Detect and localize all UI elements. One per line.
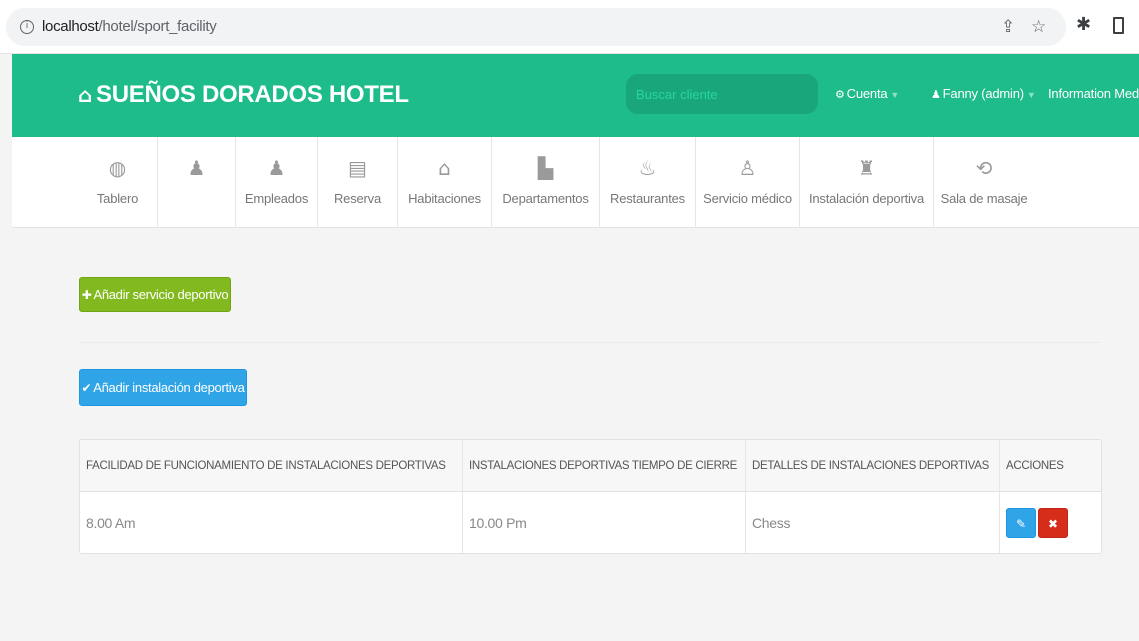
cell-closing: 10.00 Pm	[463, 492, 746, 553]
header-details: DETALLES DE INSTALACIONES DEPORTIVAS	[746, 440, 1000, 491]
user-label: Fanny (admin)	[942, 86, 1024, 101]
brand-title: SUEÑOS DORADOS HOTEL	[96, 81, 409, 108]
menu-label: Tablero	[96, 191, 139, 206]
file-icon: ▙	[537, 156, 554, 180]
share-icon[interactable]: ⇪	[1001, 17, 1015, 37]
main-menu: ◍ Tablero ♟ ♟ Empleados ▤ Reserva ⌂ Habi…	[12, 137, 1139, 228]
top-navbar: ⌂SUEÑOS DORADOS HOTEL ⚙Cuenta▼ ♟Fanny (a…	[12, 54, 1139, 137]
delete-button[interactable]: ✖	[1038, 508, 1068, 538]
table-row: 8.00 Am 10.00 Pm Chess ✎ ✖	[80, 492, 1101, 553]
section-divider	[79, 342, 1101, 343]
home-icon: ⌂	[78, 83, 93, 107]
menu-item-habitaciones[interactable]: ⌂ Habitaciones	[398, 137, 492, 228]
home-icon: ⌂	[438, 156, 451, 180]
sport-facility-table: FACILIDAD DE FUNCIONAMIENTO DE INSTALACI…	[79, 439, 1102, 554]
retweet-icon: ⟲	[975, 156, 993, 180]
edit-icon: ✎	[1015, 517, 1027, 531]
menu-item-clientes[interactable]: ♟	[158, 137, 236, 228]
account-dropdown[interactable]: ⚙ Cuenta ▼	[835, 86, 899, 101]
cell-opening: 8.00 Am	[80, 492, 463, 553]
menu-label: Instalación deportiva	[808, 191, 925, 206]
user-dropdown[interactable]: ♟ Fanny (admin) ▼	[931, 86, 1036, 101]
add-sport-service-label: Añadir servicio deportivo	[93, 287, 229, 302]
add-sport-facility-button[interactable]: ✔ Añadir instalación deportiva	[79, 369, 247, 406]
menu-label: Habitaciones	[408, 191, 481, 206]
menu-item-reserva[interactable]: ▤ Reserva	[318, 137, 398, 228]
menu-label: Restaurantes	[610, 191, 685, 206]
account-label: Cuenta	[846, 86, 888, 101]
menu-item-sala-de-masaje[interactable]: ⟲ Sala de masaje	[934, 137, 1034, 228]
list-icon: ▤	[348, 156, 367, 180]
dashboard-icon: ◍	[108, 156, 127, 180]
trophy-icon: ♜	[857, 156, 876, 180]
menu-item-servicio-medico[interactable]: ♙ Servicio médico	[696, 137, 800, 228]
site-info-icon[interactable]: i	[20, 20, 34, 34]
add-sport-facility-label: Añadir instalación deportiva	[93, 380, 245, 395]
side-panel-icon[interactable]	[1113, 17, 1124, 34]
address-bar[interactable]: i localhost/hotel/sport_facility ⇪ ☆	[6, 8, 1066, 46]
menu-label: Departamentos	[502, 191, 589, 206]
menu-item-instalacion-deportiva[interactable]: ♜ Instalación deportiva	[800, 137, 934, 228]
menu-label: Empleados	[244, 191, 309, 206]
close-icon: ✖	[1047, 517, 1059, 531]
header-closing: INSTALACIONES DEPORTIVAS TIEMPO DE CIERR…	[463, 440, 746, 491]
menu-label: Sala de masaje	[940, 191, 1028, 206]
user-icon: ♟	[931, 88, 941, 101]
menu-item-restaurantes[interactable]: ♨ Restaurantes	[600, 137, 696, 228]
fire-icon: ♨	[638, 156, 657, 180]
search-client-input[interactable]	[626, 74, 818, 114]
caret-down-icon: ▼	[1026, 90, 1036, 100]
header-opening: FACILIDAD DE FUNCIONAMIENTO DE INSTALACI…	[80, 440, 463, 491]
menu-item-departamentos[interactable]: ▙ Departamentos	[492, 137, 600, 228]
menu-item-tablero[interactable]: ◍ Tablero	[78, 137, 158, 228]
user-md-icon: ♙	[738, 156, 757, 180]
header-actions: ACCIONES	[1006, 460, 1064, 472]
gear-icon: ⚙	[835, 88, 845, 101]
information-media-link[interactable]: Information Media	[1048, 86, 1139, 101]
menu-label: Reserva	[333, 191, 381, 206]
edit-button[interactable]: ✎	[1006, 508, 1036, 538]
url-host: localhost	[42, 18, 99, 35]
user-icon: ♟	[187, 156, 206, 180]
bookmark-star-icon[interactable]: ☆	[1031, 17, 1046, 37]
user-icon: ♟	[267, 156, 286, 180]
plus-icon: ✚	[81, 288, 92, 302]
add-sport-service-button[interactable]: ✚ Añadir servicio deportivo	[79, 277, 231, 312]
table-header-row: FACILIDAD DE FUNCIONAMIENTO DE INSTALACI…	[80, 440, 1101, 492]
url-text[interactable]: localhost/hotel/sport_facility	[42, 18, 217, 35]
cell-details: Chess	[746, 492, 1000, 553]
menu-item-empleados[interactable]: ♟ Empleados	[236, 137, 318, 228]
extensions-puzzle-icon[interactable]: ✱	[1076, 15, 1092, 35]
brand-link[interactable]: ⌂ SUEÑOS DORADOS HOTEL	[78, 81, 409, 109]
caret-down-icon: ▼	[890, 90, 900, 100]
check-icon: ✔	[81, 381, 92, 395]
menu-label: Servicio médico	[703, 191, 792, 206]
url-path: /hotel/sport_facility	[98, 18, 217, 35]
browser-toolbar: i localhost/hotel/sport_facility ⇪ ☆ ✱	[0, 0, 1139, 54]
